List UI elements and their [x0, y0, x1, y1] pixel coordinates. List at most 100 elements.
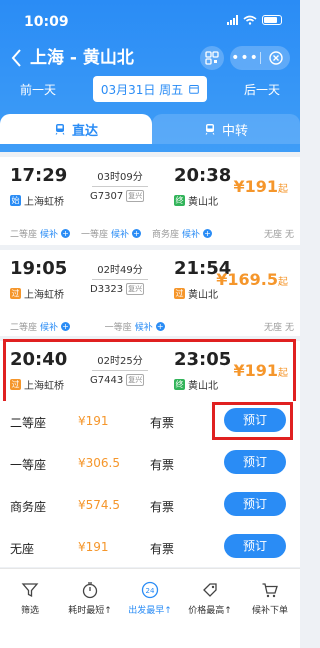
waitlist-label[interactable]: 候补 — [182, 227, 200, 240]
train-icon — [55, 124, 65, 135]
date-picker[interactable]: 03月31日 周五 — [93, 76, 207, 102]
waitlist-label[interactable]: 候补 — [40, 227, 58, 240]
waitlist-label[interactable]: 候补 — [40, 320, 58, 333]
signal-icon — [227, 15, 238, 25]
plus-icon: + — [132, 229, 142, 238]
status-icons — [227, 15, 282, 25]
sort-duration-label: 耗时最短↑ — [68, 606, 112, 616]
svg-text:24: 24 — [146, 587, 155, 595]
waitlist-order-button[interactable]: 候补下单 — [240, 569, 300, 648]
duration: 02时49分 — [90, 261, 150, 280]
more-button[interactable]: ••• — [230, 46, 260, 70]
train-card[interactable]: 17:29 03时09分 G7307 复兴 20:38 始上海虹桥 终黄山北 ¥1… — [0, 157, 300, 245]
arrival-station-name: 黄山北 — [188, 290, 218, 301]
seat-name: 二等座 — [10, 230, 38, 240]
seat-second-class: 二等座 候补 + — [10, 227, 81, 240]
seat-name: 无座 — [263, 230, 282, 240]
timer-icon — [82, 582, 98, 599]
selected-train-highlight — [3, 339, 296, 404]
plus-icon: + — [203, 229, 213, 238]
price-tag-icon — [203, 583, 217, 597]
arrival-time: 20:38 — [174, 165, 232, 186]
sort-price-button[interactable]: 价格最高↑ — [180, 569, 240, 648]
seat-class-availability: 有票 — [150, 416, 175, 430]
departure-station: 过上海虹桥 — [10, 286, 64, 301]
seat-status: 无 — [285, 323, 295, 333]
tab-direct-label: 直达 — [71, 123, 98, 139]
seat-name: 二等座 — [10, 323, 38, 333]
pass-station-icon: 过 — [174, 288, 185, 299]
duration: 03时09分 — [90, 168, 150, 187]
waitlist-label[interactable]: 候补 — [111, 227, 129, 240]
seat-class-name: 二等座 — [10, 416, 47, 430]
sort-departure-button[interactable]: 24 出发最早↑ — [120, 569, 180, 648]
terminal-station-icon: 终 — [174, 195, 185, 206]
date-text: 03月31日 周五 — [100, 82, 184, 97]
train-number-text: G7307 — [90, 190, 124, 202]
close-circle-icon — [268, 51, 283, 65]
price-suffix: 起 — [278, 277, 288, 288]
book-button-highlight — [212, 402, 293, 440]
miniapp-capsule: ••• — [230, 46, 290, 70]
fuxing-tag: 复兴 — [126, 190, 145, 202]
seat-class-price: ¥191 — [78, 540, 109, 554]
tab-transfer[interactable]: 中转 — [152, 114, 300, 144]
seat-first-class: 一等座 候补 + — [81, 227, 152, 240]
next-day-button[interactable]: 后一天 — [244, 81, 280, 98]
plus-icon: + — [61, 229, 71, 238]
waitlist-label[interactable]: 候补 — [135, 320, 153, 333]
filter-button[interactable]: 筛选 — [0, 569, 60, 648]
cart-icon — [262, 583, 278, 598]
close-button[interactable] — [261, 51, 290, 65]
waitlist-order-label: 候补下单 — [251, 606, 288, 616]
status-time: 10:09 — [24, 14, 69, 30]
back-button[interactable] — [10, 48, 28, 68]
book-button[interactable]: 预订 — [224, 534, 286, 558]
price-value: ¥191 — [233, 177, 278, 196]
filter-label: 筛选 — [20, 606, 39, 616]
seat-standing: 无座无 — [223, 227, 294, 240]
pass-station-icon: 过 — [10, 288, 21, 299]
departure-station: 始上海虹桥 — [10, 193, 64, 208]
seat-standing: 无座无 — [199, 320, 294, 333]
seat-name: 一等座 — [104, 323, 132, 333]
seat-class-row: 商务座 ¥574.5 有票 预订 — [0, 485, 300, 527]
sort-departure-label: 出发最早↑ — [128, 606, 172, 616]
seat-name: 商务座 — [152, 230, 180, 240]
seat-name: 一等座 — [81, 230, 109, 240]
price: ¥169.5起 — [216, 270, 288, 289]
seat-name: 无座 — [263, 323, 282, 333]
train-number: G7307 复兴 — [90, 190, 145, 202]
chevron-left-icon — [11, 49, 21, 67]
plus-icon: + — [61, 322, 71, 331]
train-transfer-icon — [205, 124, 215, 135]
train-number: D3323 复兴 — [90, 283, 145, 295]
scan-button[interactable] — [200, 46, 224, 70]
book-button[interactable]: 预订 — [224, 450, 286, 474]
tab-transfer-label: 中转 — [221, 123, 248, 139]
arrival-station: 终黄山北 — [174, 193, 218, 208]
tab-direct[interactable]: 直达 — [0, 114, 152, 144]
seat-class-row: 无座 ¥191 有票 预订 — [0, 527, 300, 567]
filter-icon — [21, 583, 39, 598]
seat-class-availability: 有票 — [150, 542, 175, 556]
calendar-icon — [189, 85, 199, 94]
arrival-station-name: 黄山北 — [188, 197, 218, 208]
seat-class-price: ¥306.5 — [78, 456, 120, 470]
seat-class-row: 一等座 ¥306.5 有票 预订 — [0, 443, 300, 485]
battery-icon — [262, 15, 282, 25]
bottom-toolbar: 筛选 耗时最短↑ 24 出发最早↑ 价格最高↑ 候补下单 — [0, 568, 300, 648]
price: ¥191起 — [233, 177, 288, 196]
seat-class-price: ¥574.5 — [78, 498, 120, 512]
route-title: 上海 - 黄山北 — [30, 48, 134, 68]
sort-price-label: 价格最高↑ — [188, 606, 232, 616]
sort-duration-button[interactable]: 耗时最短↑ — [60, 569, 120, 648]
seat-class-availability: 有票 — [150, 500, 175, 514]
seat-class-availability: 有票 — [150, 458, 175, 472]
prev-day-button[interactable]: 前一天 — [20, 81, 56, 98]
book-button[interactable]: 预订 — [224, 492, 286, 516]
seat-business-class: 商务座 候补 + — [152, 227, 223, 240]
train-card[interactable]: 19:05 02时49分 D3323 复兴 21:54 过上海虹桥 过黄山北 ¥1… — [0, 250, 300, 336]
seat-summary: 二等座 候补 + 一等座 候补 + 商务座 候补 + 无座无 — [10, 227, 294, 240]
seat-status: 无 — [284, 230, 294, 240]
